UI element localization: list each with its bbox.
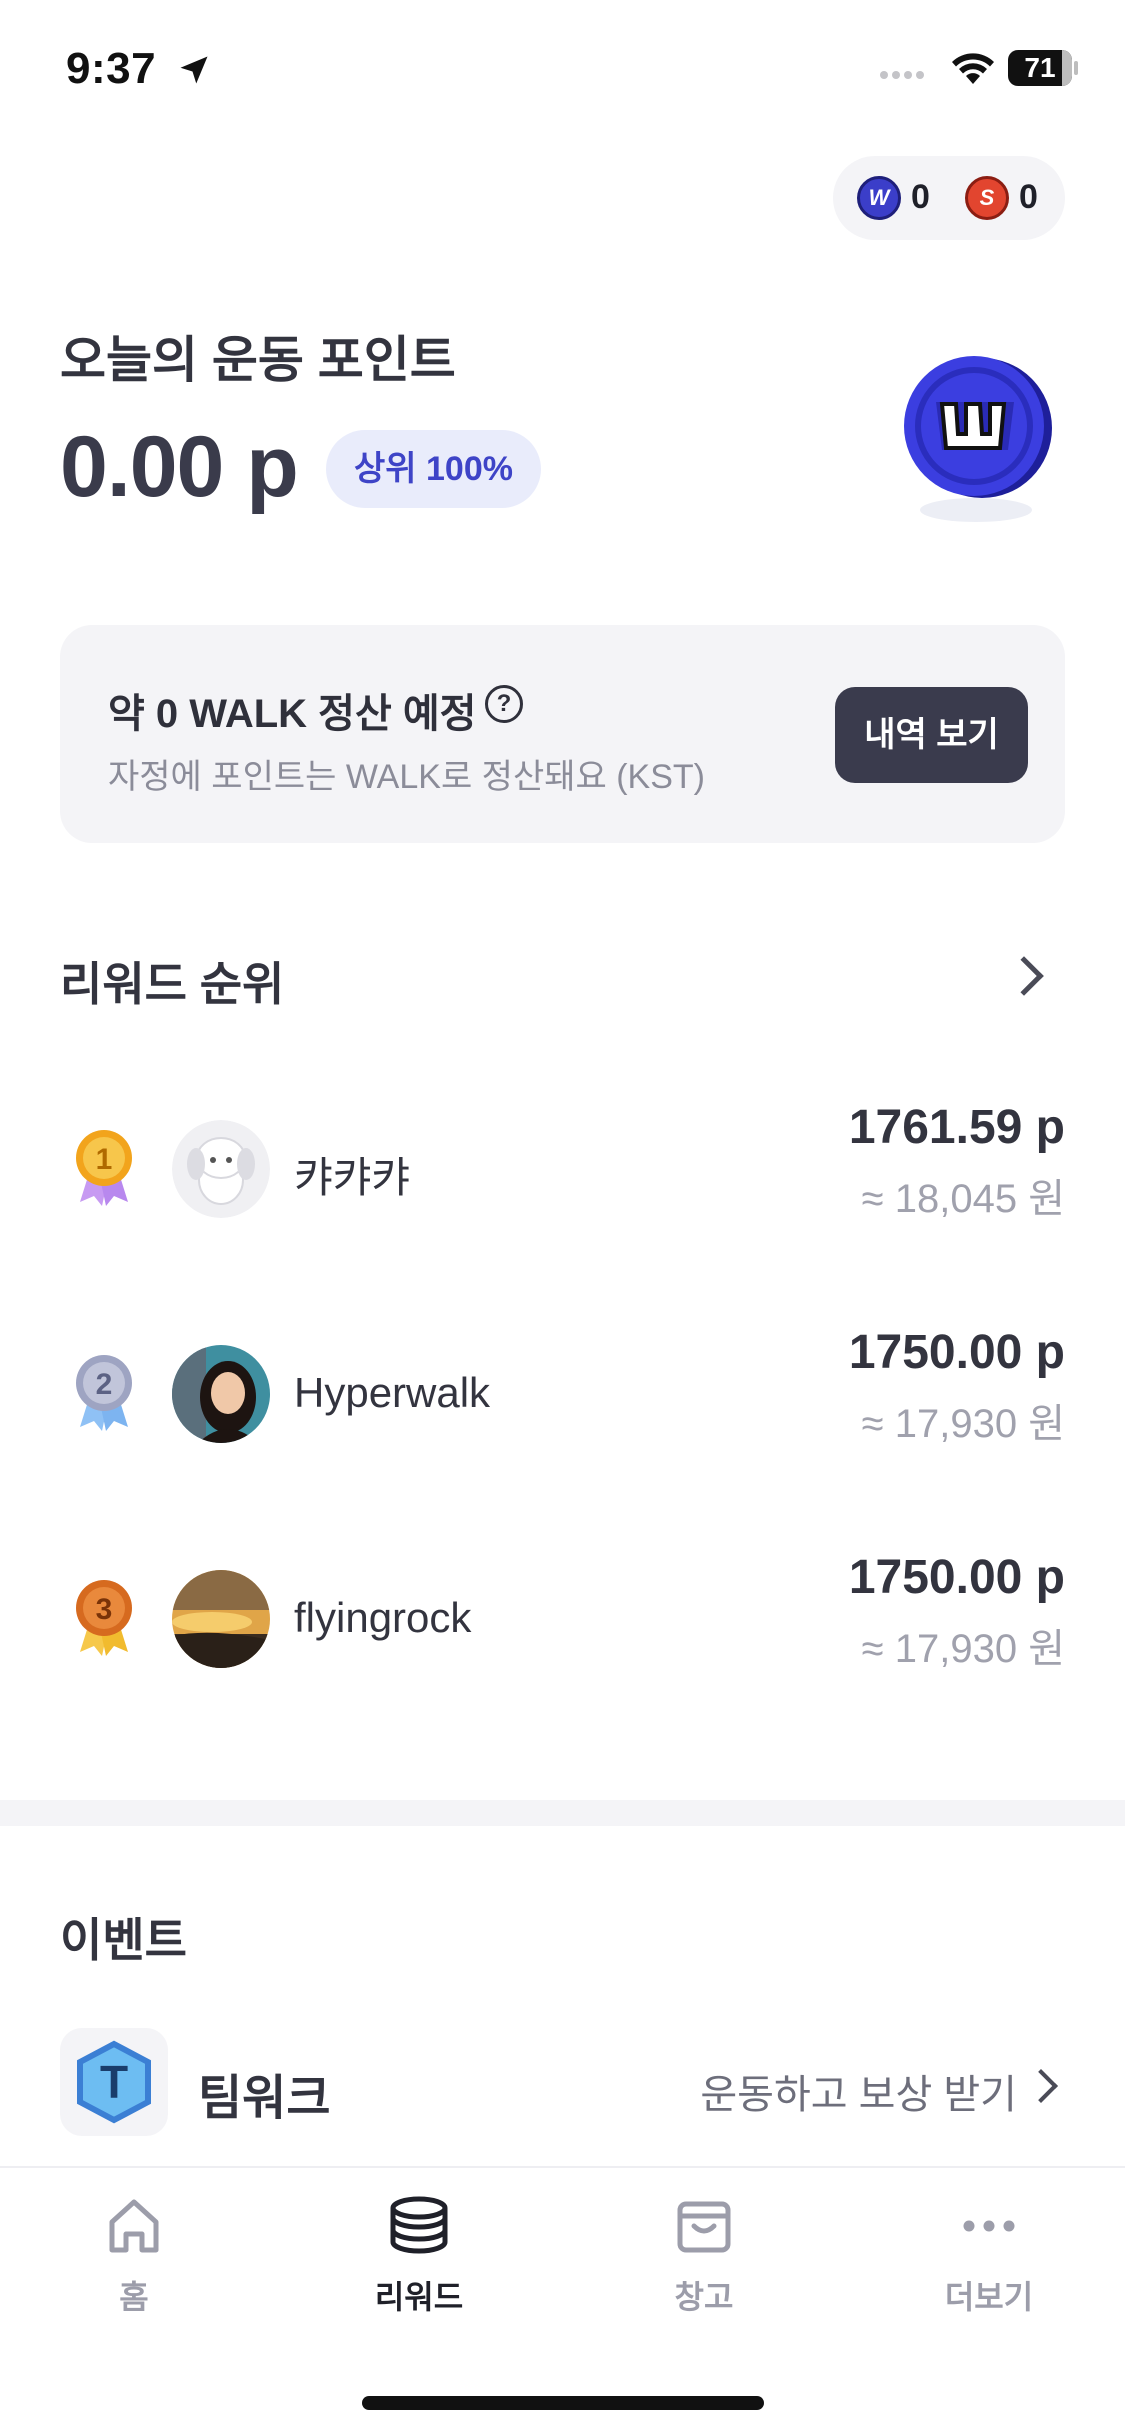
more-icon (963, 2220, 1015, 2232)
tab-label: 창고 (674, 2279, 734, 2315)
wifi-icon (952, 53, 994, 84)
walk-coin-count: 0 (911, 178, 930, 216)
ranking-row[interactable]: 3 flyingrock 1750.00 p ≈ 17,930 원 (0, 1550, 1125, 1690)
ranking-user-name: 캬캬캬 (294, 1154, 410, 1201)
ranking-points: 1750.00 p (848, 1326, 1065, 1379)
settlement-card: 약 0 WALK 정산 예정 ? 자정에 포인트는 WALK로 정산돼요 (KS… (60, 625, 1065, 843)
status-time: 9:37 (66, 44, 157, 93)
ranking-won: ≈ 18,045 원 (861, 1177, 1065, 1221)
ranking-points: 1761.59 p (848, 1101, 1065, 1154)
svg-text:T: T (100, 2056, 128, 2108)
points-value: 0.00 p (60, 419, 299, 515)
home-indicator[interactable] (362, 2396, 764, 2410)
event-chevron-icon (1024, 2069, 1058, 2103)
rank-percent-badge: 상위 100% (326, 430, 541, 508)
points-title: 오늘의 운동 포인트 (60, 332, 456, 388)
s-coin-icon: S (965, 176, 1009, 220)
ranking-user-name: flyingrock (294, 1594, 472, 1641)
section-divider (0, 1800, 1125, 1826)
event-item[interactable]: T 팀워크 운동하고 보상 받기 (60, 2028, 1065, 2138)
event-name: 팀워크 (198, 2072, 331, 2125)
tab-label: 더보기 (944, 2279, 1034, 2315)
ranking-won: ≈ 17,930 원 (861, 1402, 1065, 1446)
help-icon[interactable]: ? (485, 685, 523, 723)
ranking-title: 리워드 순위 (60, 958, 285, 1010)
s-coin-count: 0 (1019, 178, 1038, 216)
svg-text:1: 1 (96, 1143, 113, 1176)
coin-balance-pill[interactable]: W 0 S 0 (833, 156, 1065, 240)
svg-text:2: 2 (96, 1368, 113, 1401)
ranking-row[interactable]: 1 캬캬캬 1761.59 p ≈ 18,045 원 (0, 1100, 1125, 1240)
ranking-more-chevron-icon[interactable] (1004, 956, 1044, 996)
status-bar: 9:37 71 (0, 0, 1125, 140)
ranking-won: ≈ 17,930 원 (861, 1627, 1065, 1671)
avatar (172, 1345, 270, 1443)
tab-label: 홈 (119, 2279, 149, 2315)
settlement-title: 약 0 WALK 정산 예정 (108, 692, 477, 736)
home-icon (109, 2199, 159, 2253)
events-title: 이벤트 (60, 1914, 187, 1966)
tab-rewards[interactable]: 리워드 (319, 2194, 519, 2324)
bag-icon (677, 2201, 731, 2253)
tab-label: 리워드 (374, 2279, 464, 2315)
walk-coin-icon: W (857, 176, 901, 220)
ranking-user-name: Hyperwalk (294, 1369, 491, 1416)
ranking-points: 1750.00 p (848, 1551, 1065, 1604)
walk-coin-illustration (904, 356, 1052, 522)
gold-medal-icon: 1 (76, 1130, 132, 1206)
tab-home[interactable]: 홈 (34, 2194, 234, 2324)
ranking-row[interactable]: 2 Hyperwalk 1750.00 p ≈ 17,930 원 (0, 1325, 1125, 1465)
coins-icon (390, 2196, 448, 2254)
tab-storage[interactable]: 창고 (604, 2194, 804, 2324)
avatar (172, 1120, 270, 1218)
avatar (172, 1570, 270, 1668)
settlement-subtitle: 자정에 포인트는 WALK로 정산돼요 (KST) (108, 758, 706, 796)
tab-more[interactable]: 더보기 (889, 2194, 1089, 2324)
silver-medal-icon: 2 (76, 1355, 132, 1431)
teamwork-icon: T (60, 2028, 168, 2136)
battery-level: 71 (1024, 52, 1056, 83)
bronze-medal-icon: 3 (76, 1580, 132, 1656)
svg-text:3: 3 (96, 1593, 113, 1626)
signal-icon (880, 66, 928, 84)
battery-icon: 71 (1008, 50, 1078, 86)
view-history-button[interactable]: 내역 보기 (835, 687, 1028, 783)
location-arrow-icon (180, 56, 208, 84)
event-cta-link[interactable]: 운동하고 보상 받기 (700, 2062, 1017, 2120)
